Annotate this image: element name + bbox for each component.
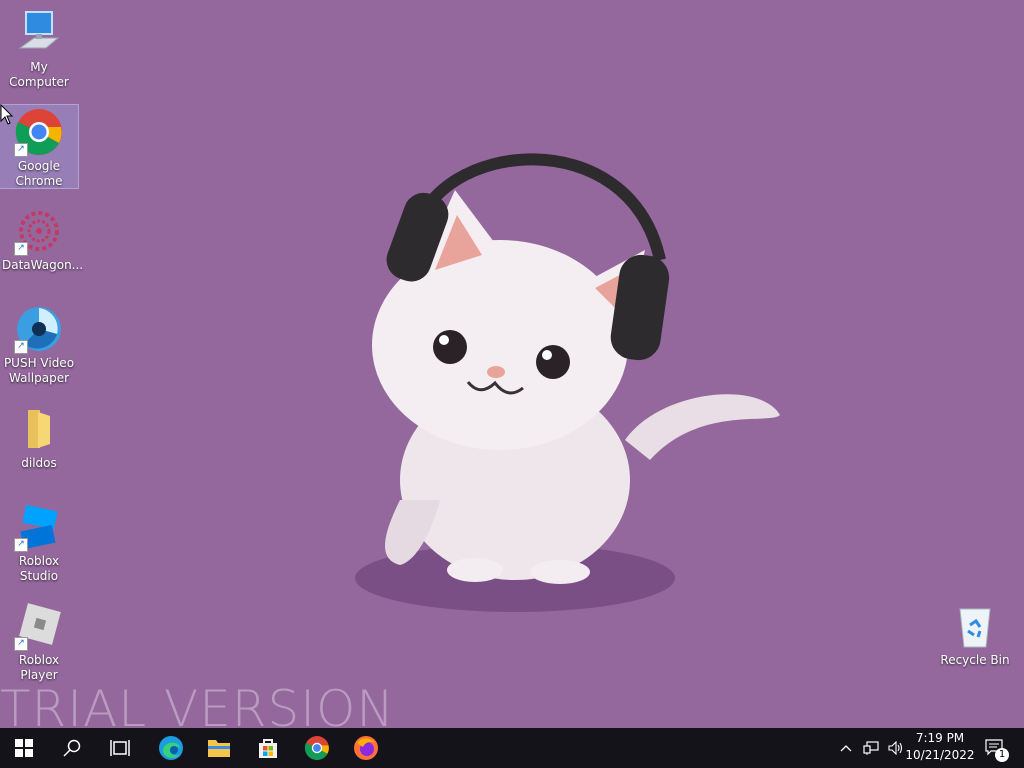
clock-time: 7:19 PM [915,731,965,745]
shortcut-arrow-icon: ↗ [14,143,28,157]
task-view-button[interactable] [96,728,144,768]
chrome-icon: ↗ [14,107,64,157]
volume-icon [888,741,903,755]
datawagon-shortcut[interactable]: ↗ DataWagon... [0,204,84,288]
folder-icon [208,740,230,757]
shortcut-arrow-icon: ↗ [14,637,28,651]
wallpaper-cat [355,153,780,612]
notification-count-badge: 1 [995,748,1009,762]
my-computer-label: My Computer [9,60,69,89]
show-hidden-icons-button[interactable] [836,728,856,768]
chrome-icon [304,736,329,760]
trial-version-watermark: TRIAL VERSION [0,680,395,728]
taskbar: 7:19 PM 10/21/2022 1 [0,728,1024,768]
push-video-wallpaper-label: PUSH Video Wallpaper [3,356,75,385]
mouse-cursor-icon [0,104,14,125]
shortcut-arrow-icon: ↗ [14,340,28,354]
edge-taskbar-button[interactable] [147,728,195,768]
shortcut-arrow-icon: ↗ [14,538,28,552]
roblox-studio-label: Roblox Studio [18,554,60,583]
roblox-player-label: Roblox Player [18,653,60,682]
search-icon [63,739,81,757]
trash-icon [950,601,1000,651]
edge-icon [159,736,183,760]
chrome-taskbar-button[interactable] [293,728,341,768]
dildos-label: dildos [21,456,57,470]
push-video-wallpaper-shortcut[interactable]: ↗ PUSH Video Wallpaper [0,302,78,386]
file-explorer-taskbar-button[interactable] [195,728,243,768]
my-computer-icon[interactable]: My Computer [0,6,78,90]
push-video-wallpaper-icon: ↗ [14,304,64,354]
store-icon [259,739,277,758]
datawagon-label: DataWagon... [2,258,84,272]
shortcut-arrow-icon: ↗ [14,242,28,256]
roblox-player-icon: ↗ [14,601,64,651]
google-chrome-label: Google Chrome [15,159,63,188]
search-button[interactable] [48,728,96,768]
start-button[interactable] [0,728,48,768]
store-taskbar-button[interactable] [244,728,292,768]
clock-date: 10/21/2022 [905,748,975,762]
computer-icon [14,8,64,58]
taskbar-clock[interactable]: 7:19 PM 10/21/2022 [905,730,975,764]
recycle-bin-label: Recycle Bin [940,653,1010,667]
roblox-studio-shortcut[interactable]: ↗ Roblox Studio [0,500,78,584]
datawagon-icon: ↗ [14,206,64,256]
dildos-folder[interactable]: dildos [0,402,78,486]
folder-icon [14,404,64,454]
desktop[interactable]: My Computer ↗ Google Chrome ↗ DataWagon.… [0,0,1024,728]
network-button[interactable] [858,728,884,768]
firefox-icon [354,736,378,760]
windows-logo-icon [15,739,33,757]
roblox-studio-icon: ↗ [14,502,64,552]
recycle-bin-icon[interactable]: Recycle Bin [936,599,1014,683]
roblox-player-shortcut[interactable]: ↗ Roblox Player [0,599,78,683]
network-icon [863,741,879,755]
firefox-taskbar-button[interactable] [342,728,390,768]
chevron-up-icon [840,745,852,752]
task-view-icon [110,740,130,756]
action-center-button[interactable]: 1 [980,728,1010,768]
